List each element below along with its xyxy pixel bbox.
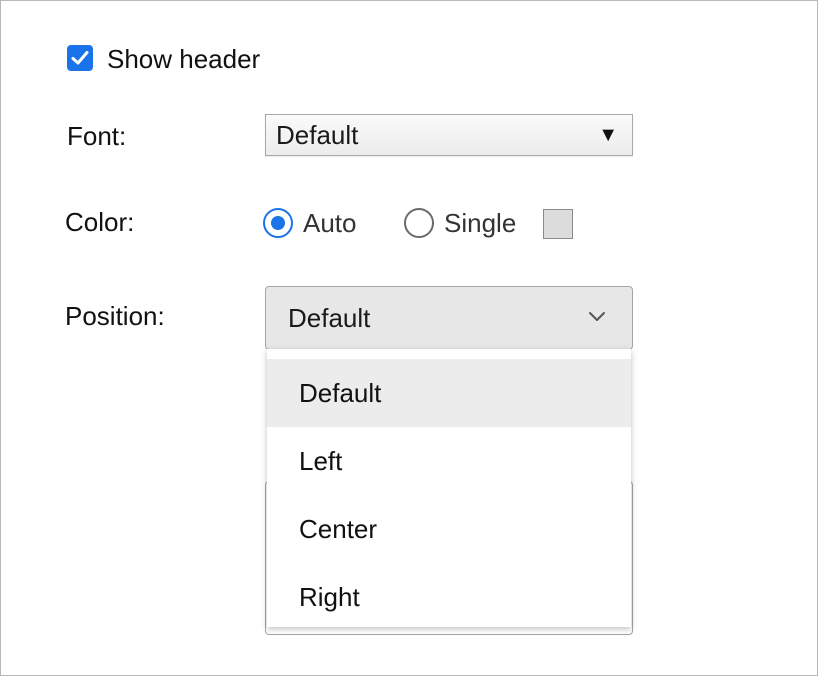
color-label: Color: [65,207,135,237]
color-auto-label[interactable]: Auto [303,208,357,239]
menu-item-label: Right [299,581,360,612]
menu-item-left[interactable]: Left [267,427,631,495]
menu-item-center[interactable]: Center [267,495,631,563]
show-header-label[interactable]: Show header [107,44,260,75]
color-single-label[interactable]: Single [444,208,516,239]
font-select[interactable]: Default ▼ [265,114,633,156]
position-select[interactable]: Default [265,286,633,350]
settings-panel: Show header Font: Default ▼ Color: Auto … [0,0,818,676]
menu-item-label: Left [299,445,343,476]
show-header-checkbox[interactable] [67,45,93,71]
checkmark-icon [71,51,89,65]
menu-item-default[interactable]: Default [267,359,631,427]
color-auto-radio[interactable] [263,208,293,238]
menu-item-label: Center [299,513,378,544]
position-label: Position: [65,301,165,331]
position-dropdown-menu: Default Left Center Right [267,349,631,627]
chevron-down-icon [589,312,605,321]
font-label: Font: [67,121,127,151]
position-select-value: Default [288,302,371,333]
color-swatch[interactable] [543,209,573,239]
dropdown-arrow-icon: ▼ [598,124,618,146]
menu-item-label: Default [299,377,382,408]
font-select-value: Default [276,119,359,150]
menu-item-right[interactable]: Right [267,563,631,631]
color-single-radio[interactable] [404,208,434,238]
